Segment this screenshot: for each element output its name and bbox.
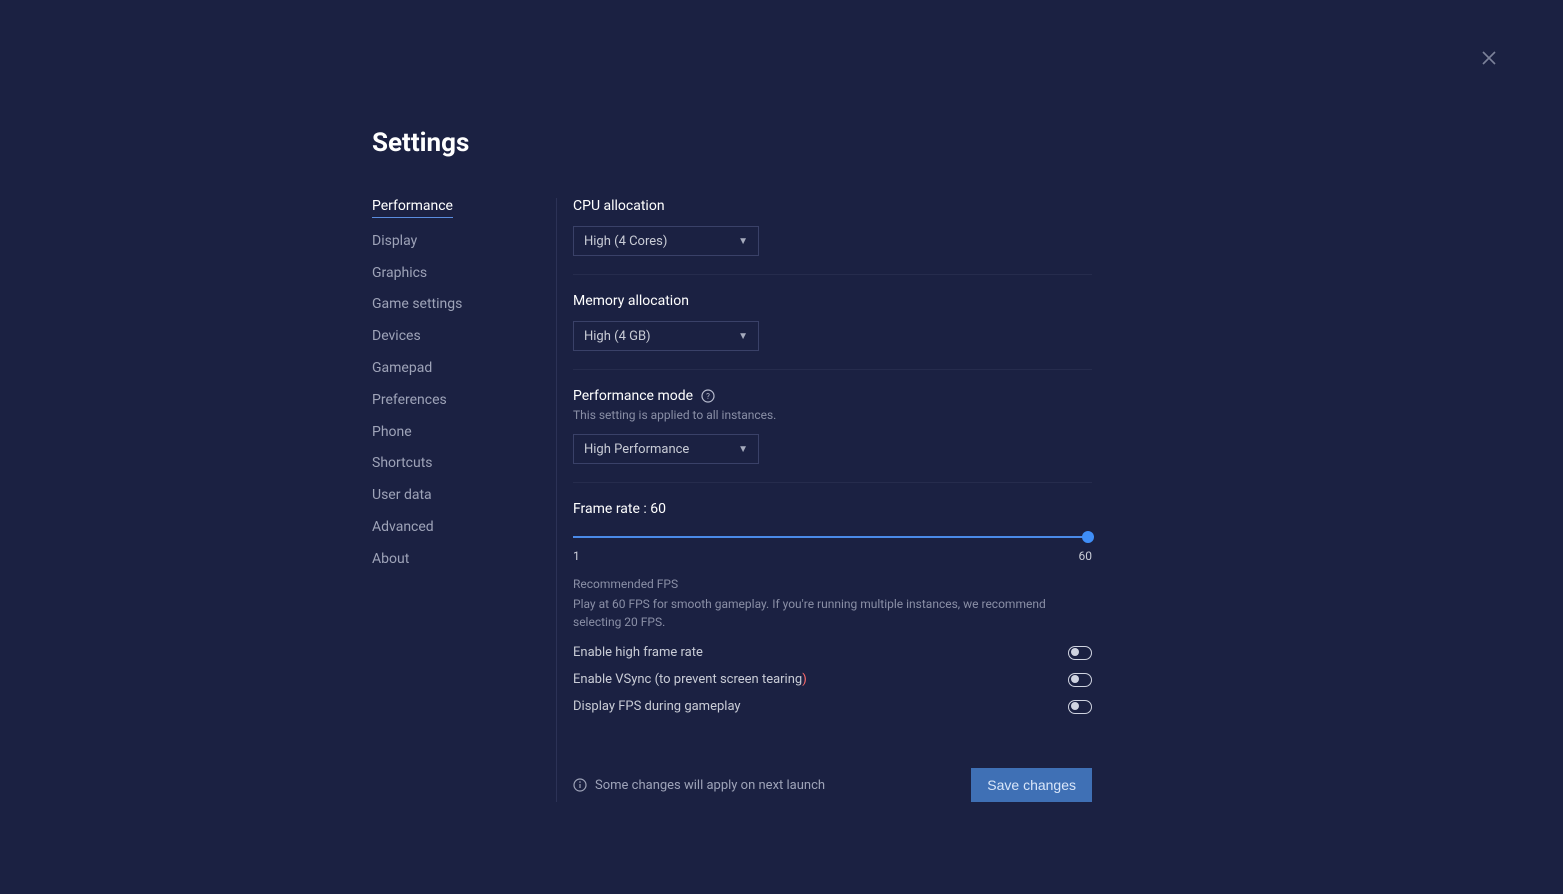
footer-note: Some changes will apply on next launch <box>595 778 825 793</box>
svg-text:?: ? <box>706 392 710 401</box>
page-title: Settings <box>372 128 1092 158</box>
performance-mode-value: High Performance <box>584 442 689 457</box>
frame-rate-min: 1 <box>573 549 580 563</box>
performance-mode-select[interactable]: High Performance ▼ <box>573 434 759 464</box>
sidebar-item-shortcuts[interactable]: Shortcuts <box>372 455 536 472</box>
recommended-fps-title: Recommended FPS <box>573 577 1092 591</box>
sidebar-item-gamepad[interactable]: Gamepad <box>372 360 536 377</box>
frame-rate-slider[interactable] <box>573 529 1092 545</box>
sidebar-item-advanced[interactable]: Advanced <box>372 519 536 536</box>
memory-allocation-select[interactable]: High (4 GB) ▼ <box>573 321 759 351</box>
chevron-down-icon: ▼ <box>738 444 748 455</box>
cpu-allocation-select[interactable]: High (4 Cores) ▼ <box>573 226 759 256</box>
sidebar-item-devices[interactable]: Devices <box>372 328 536 345</box>
close-icon <box>1481 50 1497 66</box>
sidebar-item-graphics[interactable]: Graphics <box>372 265 536 282</box>
recommended-fps-body: Play at 60 FPS for smooth gameplay. If y… <box>573 595 1092 631</box>
sidebar-item-phone[interactable]: Phone <box>372 424 536 441</box>
memory-allocation-value: High (4 GB) <box>584 329 651 344</box>
settings-sidebar: Performance Display Graphics Game settin… <box>372 198 557 802</box>
sidebar-item-preferences[interactable]: Preferences <box>372 392 536 409</box>
chevron-down-icon: ▼ <box>738 236 748 247</box>
memory-allocation-label: Memory allocation <box>573 293 1092 309</box>
sidebar-item-display[interactable]: Display <box>372 233 536 250</box>
close-button[interactable] <box>1481 50 1505 74</box>
sidebar-item-about[interactable]: About <box>372 551 536 568</box>
frame-rate-label: Frame rate : 60 <box>573 501 1092 517</box>
chevron-down-icon: ▼ <box>738 331 748 342</box>
enable-vsync-label: Enable VSync (to prevent screen tearing) <box>573 672 807 687</box>
help-icon: ? <box>701 389 715 403</box>
enable-high-frame-rate-toggle[interactable] <box>1068 646 1092 660</box>
sidebar-item-performance[interactable]: Performance <box>372 198 453 218</box>
performance-mode-sub: This setting is applied to all instances… <box>573 408 1092 422</box>
cpu-allocation-label: CPU allocation <box>573 198 1092 214</box>
info-icon <box>573 778 587 792</box>
cpu-allocation-value: High (4 Cores) <box>584 234 667 249</box>
sidebar-item-user-data[interactable]: User data <box>372 487 536 504</box>
display-fps-label: Display FPS during gameplay <box>573 699 741 714</box>
save-changes-button[interactable]: Save changes <box>971 768 1092 802</box>
performance-mode-help-icon[interactable]: ? <box>701 389 715 403</box>
enable-vsync-toggle[interactable] <box>1068 673 1092 687</box>
slider-track <box>573 536 1092 538</box>
performance-mode-label: Performance mode <box>573 388 693 404</box>
sidebar-item-game-settings[interactable]: Game settings <box>372 296 536 313</box>
enable-high-frame-rate-label: Enable high frame rate <box>573 645 703 660</box>
slider-thumb[interactable] <box>1082 531 1094 543</box>
frame-rate-max: 60 <box>1079 549 1093 563</box>
display-fps-toggle[interactable] <box>1068 700 1092 714</box>
